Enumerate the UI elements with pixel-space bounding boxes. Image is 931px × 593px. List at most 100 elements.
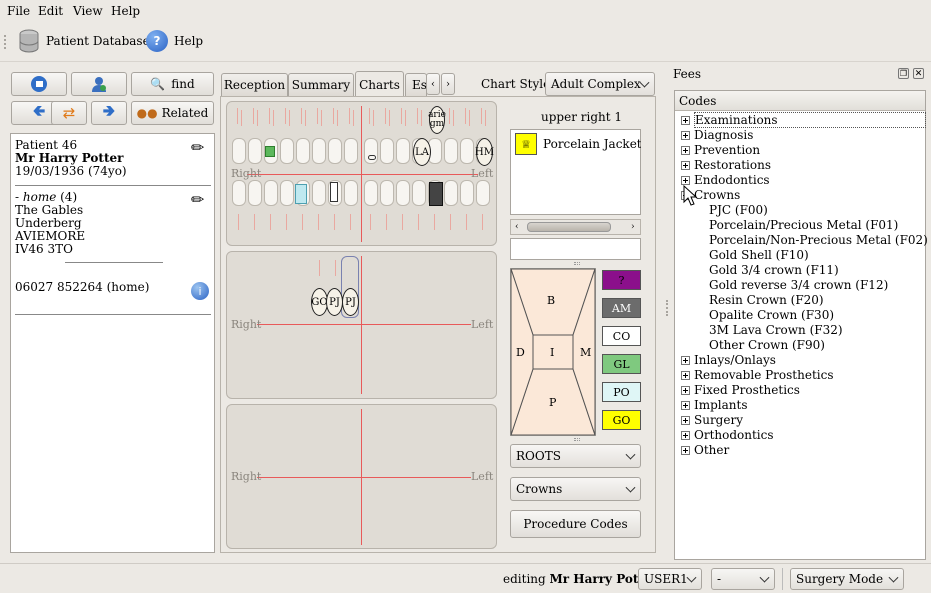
tree-item-fee-code[interactable]: Gold 3/4 crown (F11) [709,263,839,277]
tooth-marker-pj[interactable]: PJ [326,288,343,316]
expand-icon[interactable] [681,431,690,440]
upper-tooth[interactable] [312,138,326,164]
expand-icon[interactable] [681,146,690,155]
tree-item-category[interactable]: Prevention [694,143,760,157]
fees-tree[interactable]: Codes Examinations Diagnosis Prevention Res… [674,90,928,560]
tab-estimates[interactable]: Es [405,73,427,96]
upper-tooth[interactable] [364,138,378,164]
expand-icon[interactable] [681,131,690,140]
expand-icon[interactable] [681,416,690,425]
lower-tooth[interactable] [264,180,278,206]
tree-item-category[interactable]: Surgery [694,413,743,427]
dock-float-icon[interactable]: ❐ [898,68,909,79]
material-composite-swatch[interactable]: CO [602,326,641,346]
lower-tooth[interactable] [344,180,358,206]
surface-palatal[interactable]: P [549,396,556,409]
expand-icon[interactable] [681,176,690,185]
material-gold-swatch[interactable]: GO [602,410,641,430]
completed-chart[interactable]: Right Left [226,404,497,549]
user-button[interactable] [71,72,127,96]
material-unknown-swatch[interactable]: ? [602,270,641,290]
tab-reception[interactable]: Reception [221,73,288,96]
lower-tooth[interactable] [476,180,490,206]
material-amalgam-swatch[interactable]: AM [602,298,641,318]
tree-item-category[interactable]: Removable Prosthetics [694,368,834,382]
upper-tooth[interactable] [396,138,410,164]
dock-close-icon[interactable]: ✕ [913,68,924,79]
tooth-marker-arie[interactable]: arie gm [428,106,446,134]
upper-tooth[interactable] [296,138,310,164]
lower-tooth[interactable] [280,180,294,206]
menu-view[interactable]: View [73,4,103,18]
related-button[interactable]: ●● Related [131,101,214,125]
toolbar-grip[interactable] [4,35,7,49]
help-button[interactable]: ? Help [146,30,203,52]
find-button[interactable]: 🔍 find [131,72,214,96]
menu-file[interactable]: File [7,4,30,18]
lower-tooth[interactable] [248,180,262,206]
tree-item-category[interactable]: Diagnosis [694,128,753,142]
expand-icon[interactable] [681,116,690,125]
expand-icon[interactable] [681,386,690,395]
lower-tooth[interactable] [232,180,246,206]
tab-charts[interactable]: Charts [355,71,404,97]
surface-incisal[interactable]: I [550,346,554,359]
lower-tooth[interactable] [364,180,378,206]
tree-item-category[interactable]: Examinations [694,112,926,128]
roots-select[interactable]: ROOTS [510,444,641,468]
phone-info-icon[interactable]: i [191,282,209,300]
tree-item-fee-code[interactable]: Gold Shell (F10) [709,248,809,262]
tooth-notes-input[interactable] [510,238,641,260]
upper-tooth[interactable] [232,138,246,164]
surface-distal[interactable]: D [516,346,525,359]
tree-item-category[interactable]: Other [694,443,729,457]
lower-tooth[interactable] [460,180,474,206]
procedure-codes-button[interactable]: Procedure Codes [510,510,641,538]
lower-tooth[interactable] [380,180,394,206]
tree-item-fee-code[interactable]: 3M Lava Crown (F32) [709,323,843,337]
tooth-marker-hm[interactable]: HM [475,138,494,166]
tab-scroll-left[interactable]: ‹ [426,73,440,95]
tree-item-category[interactable]: Fixed Prosthetics [694,383,800,397]
tab-summary[interactable]: Summary [288,73,354,96]
tree-item-category[interactable]: Crowns [694,188,740,202]
tab-scroll-right[interactable]: › [441,73,455,95]
tooth-marker-la[interactable]: LA [413,138,431,166]
tree-item-fee-code[interactable]: Other Crown (F90) [709,338,825,352]
treatment-chart[interactable]: Right Left GO PJ PJ [226,251,497,399]
material-porcelain-swatch[interactable]: PO [602,382,641,402]
expand-icon[interactable] [681,356,690,365]
surface-buccal[interactable]: B [547,294,555,307]
upper-tooth[interactable] [248,138,262,164]
upper-tooth[interactable] [344,138,358,164]
lower-tooth[interactable] [444,180,458,206]
surface-mesial[interactable]: M [580,346,591,359]
tooth-marker-pj-selected[interactable]: PJ [342,288,359,316]
tooth-properties-list[interactable]: ♕ Porcelain Jacket Cr [510,129,641,215]
crowns-select[interactable]: Crowns [510,477,641,501]
chevron-left-icon[interactable]: ‹ [515,222,519,232]
patient-database-button[interactable]: Patient Database [18,29,150,53]
codes-column-header[interactable]: Codes [675,91,925,111]
user-select[interactable]: USER1 [638,568,702,590]
lower-tooth[interactable] [396,180,410,206]
upper-tooth[interactable] [380,138,394,164]
tree-item-category[interactable]: Restorations [694,158,771,172]
tree-item-fee-code[interactable]: PJC (F00) [709,203,768,217]
tree-item-fee-code[interactable]: Resin Crown (F20) [709,293,824,307]
horizontal-scrollbar[interactable]: ‹ › [510,219,641,235]
tree-item-fee-code[interactable]: Opalite Crown (F30) [709,308,834,322]
assistant-select[interactable]: - [711,568,775,590]
upper-tooth[interactable] [280,138,294,164]
tree-item-category[interactable]: Inlays/Onlays [694,353,776,367]
lower-tooth[interactable] [412,180,426,206]
expand-icon[interactable] [681,446,690,455]
swap-button[interactable]: ⇄ [51,101,87,125]
forward-button[interactable]: 🢂 [91,101,127,125]
expand-icon[interactable] [681,371,690,380]
surgery-mode-select[interactable]: Surgery Mode [790,568,904,590]
tree-item-category[interactable]: Implants [694,398,748,412]
tooth-property-item[interactable]: Porcelain Jacket Cr [543,137,641,151]
expand-icon[interactable] [681,161,690,170]
menu-help[interactable]: Help [111,4,140,18]
